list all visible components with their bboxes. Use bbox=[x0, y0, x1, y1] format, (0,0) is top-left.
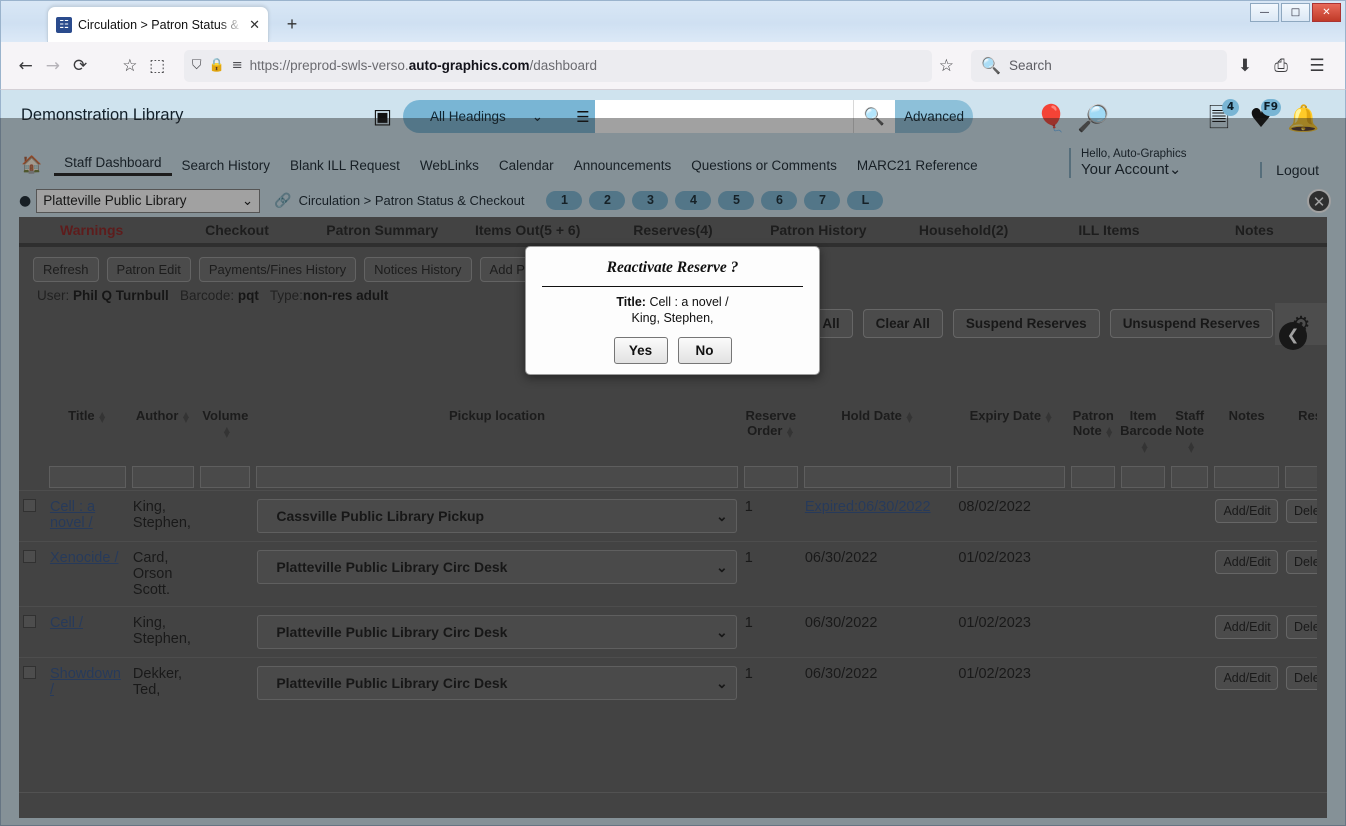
dialog-author-value: King, Stephen, bbox=[631, 311, 714, 325]
reactivate-reserve-dialog: Reactivate Reserve ? Title: Cell : a nov… bbox=[525, 246, 820, 375]
dialog-divider bbox=[542, 286, 803, 287]
dialog-buttons: Yes No bbox=[526, 337, 819, 364]
url-bar[interactable]: ⛉ 🔒 ≡ https://preprod-swls-verso.auto-gr… bbox=[183, 49, 932, 82]
back-icon[interactable]: ← bbox=[13, 50, 38, 82]
print-icon[interactable]: ⎙ bbox=[1265, 50, 1297, 82]
dialog-title: Reactivate Reserve ? bbox=[606, 259, 739, 276]
dialog-yes-button[interactable]: Yes bbox=[613, 337, 668, 364]
navbar-right-icons: ⬇ ⎙ ☰ bbox=[1229, 50, 1333, 82]
page-bookmark-icon[interactable]: ☆ bbox=[934, 50, 959, 82]
new-tab-button[interactable]: + bbox=[280, 13, 304, 37]
dialog-body: Title: Cell : a novel / King, Stephen, bbox=[526, 294, 819, 326]
lock-warning-icon[interactable]: 🔒 bbox=[209, 58, 225, 73]
window-titlebar: ☷ Circulation > Patron Status & C ✕ + — … bbox=[0, 0, 1346, 42]
permissions-icon[interactable]: ≡ bbox=[232, 58, 243, 73]
bookmark-star-icon[interactable]: ☆ bbox=[117, 50, 142, 82]
pocket-icon[interactable]: ⬇ bbox=[1229, 50, 1261, 82]
browser-search-input[interactable]: 🔍 Search bbox=[971, 49, 1228, 82]
dialog-title-label: Title: bbox=[616, 295, 646, 309]
search-icon: 🔍 bbox=[981, 57, 1001, 75]
browser-search-placeholder: Search bbox=[1008, 58, 1052, 73]
reload-icon[interactable]: ⟳ bbox=[68, 50, 93, 82]
window-maximize-button[interactable]: □ bbox=[1281, 3, 1310, 22]
browser-tab[interactable]: ☷ Circulation > Patron Status & C ✕ bbox=[47, 6, 269, 42]
shield-icon[interactable]: ⛉ bbox=[192, 58, 202, 73]
tab-title: Circulation > Patron Status & C bbox=[78, 17, 244, 32]
window-close-button[interactable]: ✕ bbox=[1312, 3, 1341, 22]
browser-menu-icon[interactable]: ☰ bbox=[1301, 50, 1333, 82]
browser-navbar: ← → ⟳ ☆ ⬚ ⛉ 🔒 ≡ https://preprod-swls-ver… bbox=[0, 42, 1346, 90]
tab-close-icon[interactable]: ✕ bbox=[249, 17, 260, 33]
url-text: https://preprod-swls-verso.auto-graphics… bbox=[249, 58, 598, 73]
window-controls: — □ ✕ bbox=[1250, 3, 1341, 22]
tab-favicon-icon: ☷ bbox=[56, 16, 72, 33]
dialog-title-value: Cell : a novel / bbox=[649, 295, 729, 309]
requests-count-badge: 4 bbox=[1222, 99, 1239, 116]
save-to-pocket-icon[interactable]: ⬚ bbox=[145, 50, 170, 82]
favorites-shortcut-badge: F9 bbox=[1260, 99, 1281, 116]
forward-icon[interactable]: → bbox=[40, 50, 65, 82]
window-minimize-button[interactable]: — bbox=[1250, 3, 1279, 22]
modal-overlay bbox=[0, 118, 1346, 826]
dialog-no-button[interactable]: No bbox=[677, 337, 732, 364]
